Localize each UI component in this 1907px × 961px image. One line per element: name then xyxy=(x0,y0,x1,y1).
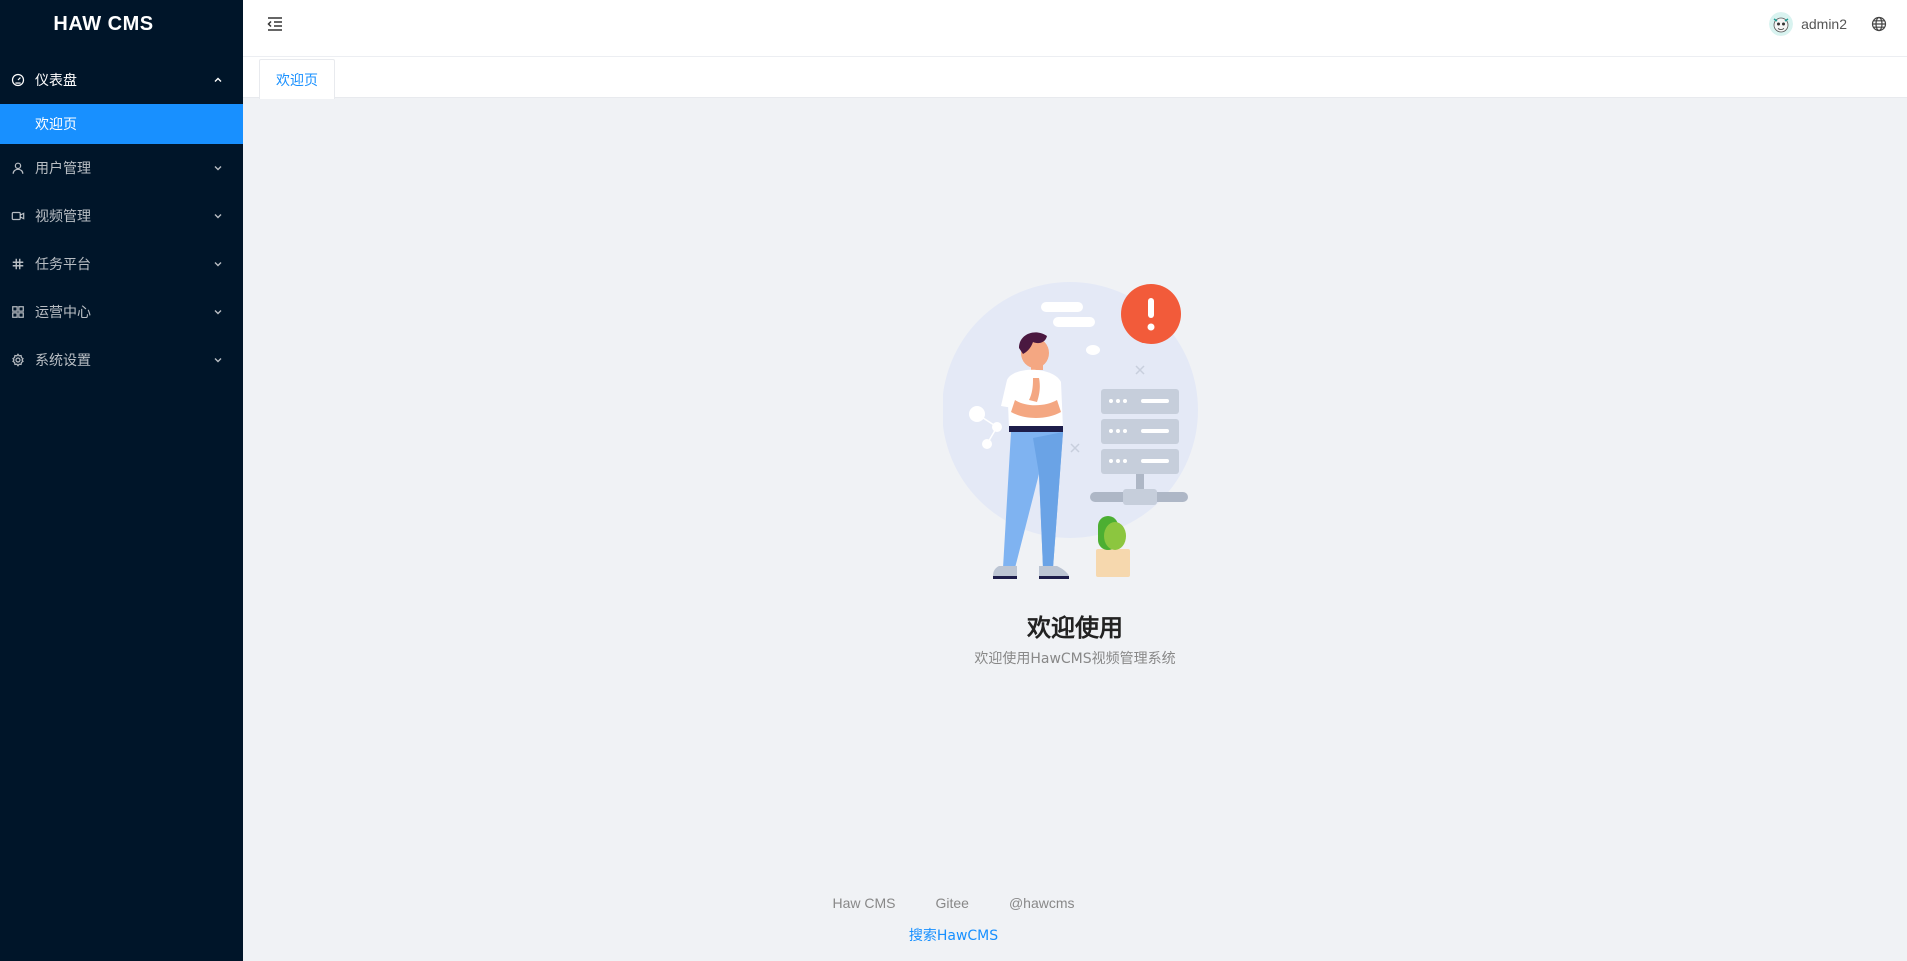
slack-icon xyxy=(11,257,25,271)
menu-welcome[interactable]: 欢迎页 xyxy=(0,104,243,144)
user-dropdown[interactable]: admin2 xyxy=(1769,12,1847,36)
footer-links: Haw CMS Gitee @hawcms xyxy=(0,895,1907,911)
chevron-down-icon xyxy=(213,307,223,317)
app-logo[interactable]: HAW CMS xyxy=(0,0,243,48)
tab-bar: 欢迎页 xyxy=(243,57,1907,99)
chevron-down-icon xyxy=(213,259,223,269)
menu-operation-center[interactable]: 运营中心 xyxy=(0,288,243,336)
sidebar: HAW CMS 仪表盘 欢迎页 用户管理 视频管理 任务平台 运营中心 系统设置 xyxy=(0,0,243,961)
menu-user-management[interactable]: 用户管理 xyxy=(0,144,243,192)
menu-video-management[interactable]: 视频管理 xyxy=(0,192,243,240)
sidebar-menu: 仪表盘 欢迎页 用户管理 视频管理 任务平台 运营中心 系统设置 xyxy=(0,56,243,384)
setting-icon xyxy=(11,353,25,367)
footer-link-gitee[interactable]: Gitee xyxy=(935,895,968,911)
menu-task-platform[interactable]: 任务平台 xyxy=(0,240,243,288)
globe-icon[interactable] xyxy=(1871,16,1887,32)
menu-label: 仪表盘 xyxy=(35,73,77,89)
avatar xyxy=(1769,12,1794,36)
welcome-subtitle: 欢迎使用HawCMS视频管理系统 xyxy=(974,651,1176,667)
video-icon xyxy=(11,209,25,223)
top-header: admin2 xyxy=(243,0,1907,57)
menu-label: 系统设置 xyxy=(35,353,91,369)
footer-link-hawcms[interactable]: Haw CMS xyxy=(832,895,895,911)
main-content: 欢迎使用 欢迎使用HawCMS视频管理系统 xyxy=(243,98,1907,961)
user-icon xyxy=(11,161,25,175)
welcome-title: 欢迎使用 xyxy=(1027,614,1123,642)
menu-dashboard[interactable]: 仪表盘 xyxy=(0,56,243,104)
chevron-down-icon xyxy=(213,163,223,173)
menu-fold-icon[interactable] xyxy=(265,14,285,34)
header-right: admin2 xyxy=(1769,0,1907,48)
menu-label: 任务平台 xyxy=(35,257,91,273)
dashboard-icon xyxy=(11,73,25,87)
menu-system-settings[interactable]: 系统设置 xyxy=(0,336,243,384)
tab-welcome[interactable]: 欢迎页 xyxy=(259,59,335,99)
username: admin2 xyxy=(1801,16,1847,32)
chevron-down-icon xyxy=(213,355,223,365)
appstore-icon xyxy=(11,305,25,319)
footer-search-link[interactable]: 搜索HawCMS xyxy=(0,925,1907,945)
menu-label: 运营中心 xyxy=(35,305,91,321)
welcome-illustration xyxy=(942,278,1203,587)
menu-label: 视频管理 xyxy=(35,209,91,225)
footer-link-handle[interactable]: @hawcms xyxy=(1009,895,1075,911)
chevron-up-icon xyxy=(213,75,223,85)
chevron-down-icon xyxy=(213,211,223,221)
menu-label: 用户管理 xyxy=(35,161,91,177)
